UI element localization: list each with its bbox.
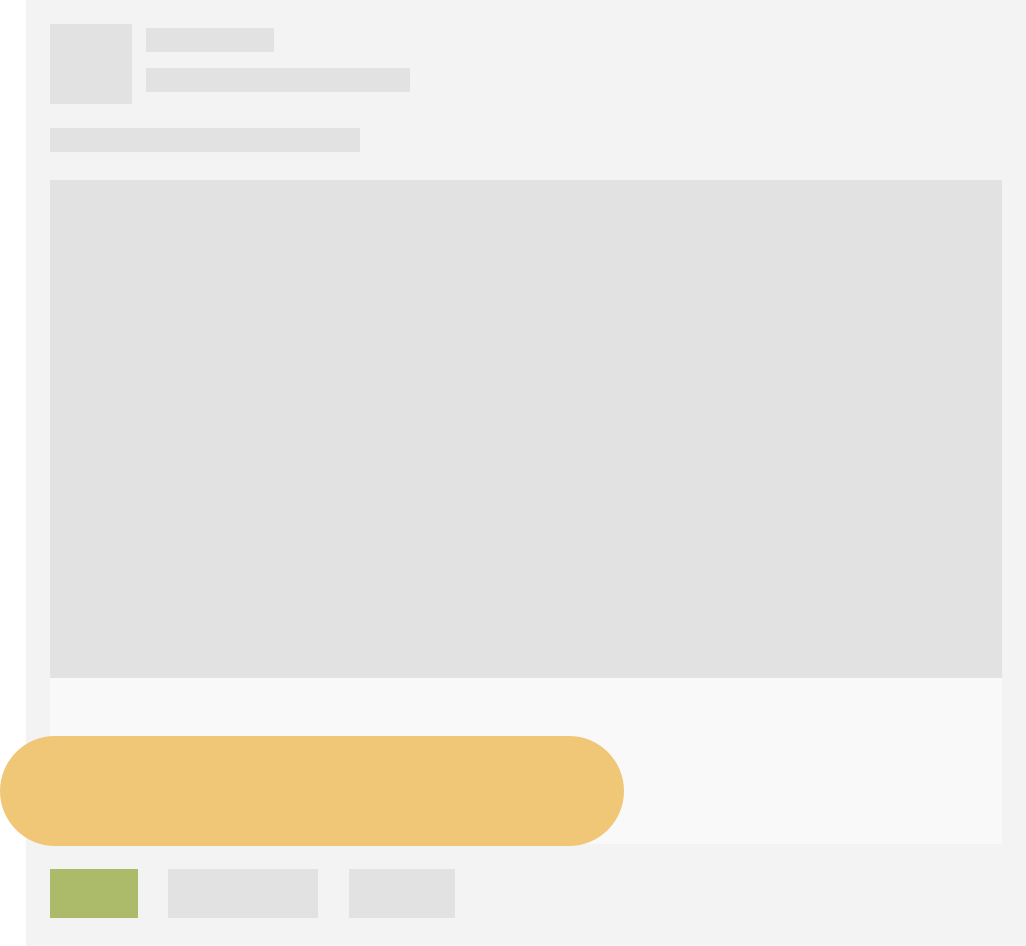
tertiary-action-button[interactable]: [349, 869, 455, 918]
avatar-placeholder: [50, 24, 132, 104]
author-meta-placeholder: [146, 68, 410, 92]
media-placeholder: [50, 180, 1002, 678]
author-name-placeholder: [146, 28, 274, 52]
overlay-pill-button[interactable]: [0, 736, 624, 846]
post-text-placeholder: [50, 128, 360, 152]
secondary-action-button[interactable]: [168, 869, 318, 918]
primary-action-button[interactable]: [50, 869, 138, 918]
